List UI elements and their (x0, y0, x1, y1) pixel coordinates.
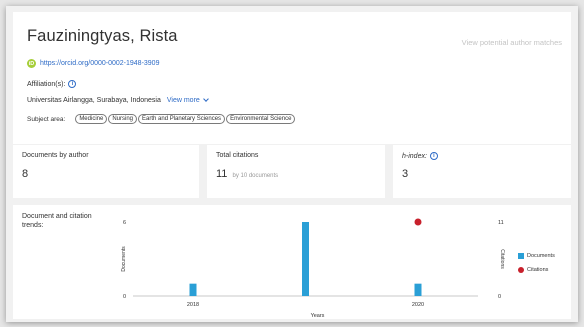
chevron-down-icon (202, 96, 209, 102)
orcid-link[interactable]: https://orcid.org/0000-0002-1948-3909 (40, 60, 159, 67)
legend-citations-label: Citations (527, 267, 549, 273)
citations-value-row: 11 by 10 documents (216, 168, 278, 180)
subject-pill-medicine[interactable]: Medicine (75, 114, 108, 124)
hindex-label-row: h-index: i (402, 152, 438, 160)
info-icon[interactable]: i (68, 80, 77, 88)
affiliation-label-row: Affiliation(s): i (27, 80, 77, 88)
legend-documents-label: Documents (527, 253, 555, 259)
chart-legend: Documents Citations (518, 253, 555, 281)
citations-sub: by 10 documents (232, 173, 279, 179)
trend-chart: 6 0 11 0 Documents Citations 2018 2020 Years (121, 218, 505, 319)
view-more-label: View more (166, 97, 200, 104)
x-tick-label: 2018 (187, 302, 199, 308)
citations-metric-card[interactable]: Total citations 11 by 10 documents (207, 145, 385, 198)
potential-matches-link[interactable]: View potential author matches (462, 38, 562, 47)
hindex-label: h-index: (402, 152, 427, 160)
orcid-icon: iD (27, 59, 36, 68)
author-name: Fauziningtyas, Rista (27, 27, 178, 45)
y-left-tick: 0 (123, 294, 126, 300)
orcid-row: iD https://orcid.org/0000-0002-1948-3909 (27, 59, 159, 68)
y-right-tick: 11 (498, 220, 504, 226)
affiliation-row: Universitas Airlangga, Surabaya, Indones… (27, 96, 209, 104)
author-details-card: Fauziningtyas, Rista View potential auth… (13, 12, 571, 144)
hindex-value: 3 (402, 168, 409, 180)
documents-value: 8 (22, 168, 29, 180)
documents-bar (414, 283, 422, 296)
y-right-tick: 0 (498, 294, 501, 300)
hindex-info-icon[interactable]: i (429, 152, 438, 160)
subject-area-label: Subject area: (27, 115, 66, 123)
citations-label: Total citations (216, 152, 259, 159)
trend-chart-card: Document and citation trends: 6 0 11 0 Docum… (13, 205, 571, 319)
legend-citations[interactable]: Citations (518, 267, 555, 273)
documents-label: Documents by author (22, 152, 89, 159)
citations-value: 11 (216, 168, 228, 180)
subject-pill-environmental[interactable]: Environmental Science (226, 114, 296, 124)
author-profile-panel: Fauziningtyas, Rista View potential auth… (6, 6, 578, 322)
x-tick-label: 2020 (412, 302, 424, 308)
y-right-axis-title: Citations (499, 249, 505, 269)
y-left-tick: 6 (123, 220, 126, 226)
y-left-axis-title: Documents (121, 246, 127, 272)
subject-pill-earth-planetary[interactable]: Earth and Planetary Sciences (138, 114, 226, 124)
citations-point (414, 218, 422, 226)
documents-bar (302, 222, 309, 296)
subject-pill-nursing[interactable]: Nursing (108, 114, 138, 124)
documents-bar (189, 283, 197, 296)
affiliation-text: Universitas Airlangga, Surabaya, Indones… (27, 97, 161, 104)
documents-swatch (518, 253, 524, 259)
documents-metric-card[interactable]: Documents by author 8 (13, 145, 199, 198)
legend-documents[interactable]: Documents (518, 253, 555, 259)
hindex-metric-card[interactable]: h-index: i 3 (393, 145, 571, 198)
view-more-button[interactable]: View more (166, 96, 209, 104)
affiliation-label: Affiliation(s): (27, 80, 66, 88)
subject-area-row: Subject area: Medicine Nursing Earth and… (27, 114, 296, 124)
citations-swatch (518, 267, 524, 273)
x-axis-title: Years (311, 313, 325, 319)
